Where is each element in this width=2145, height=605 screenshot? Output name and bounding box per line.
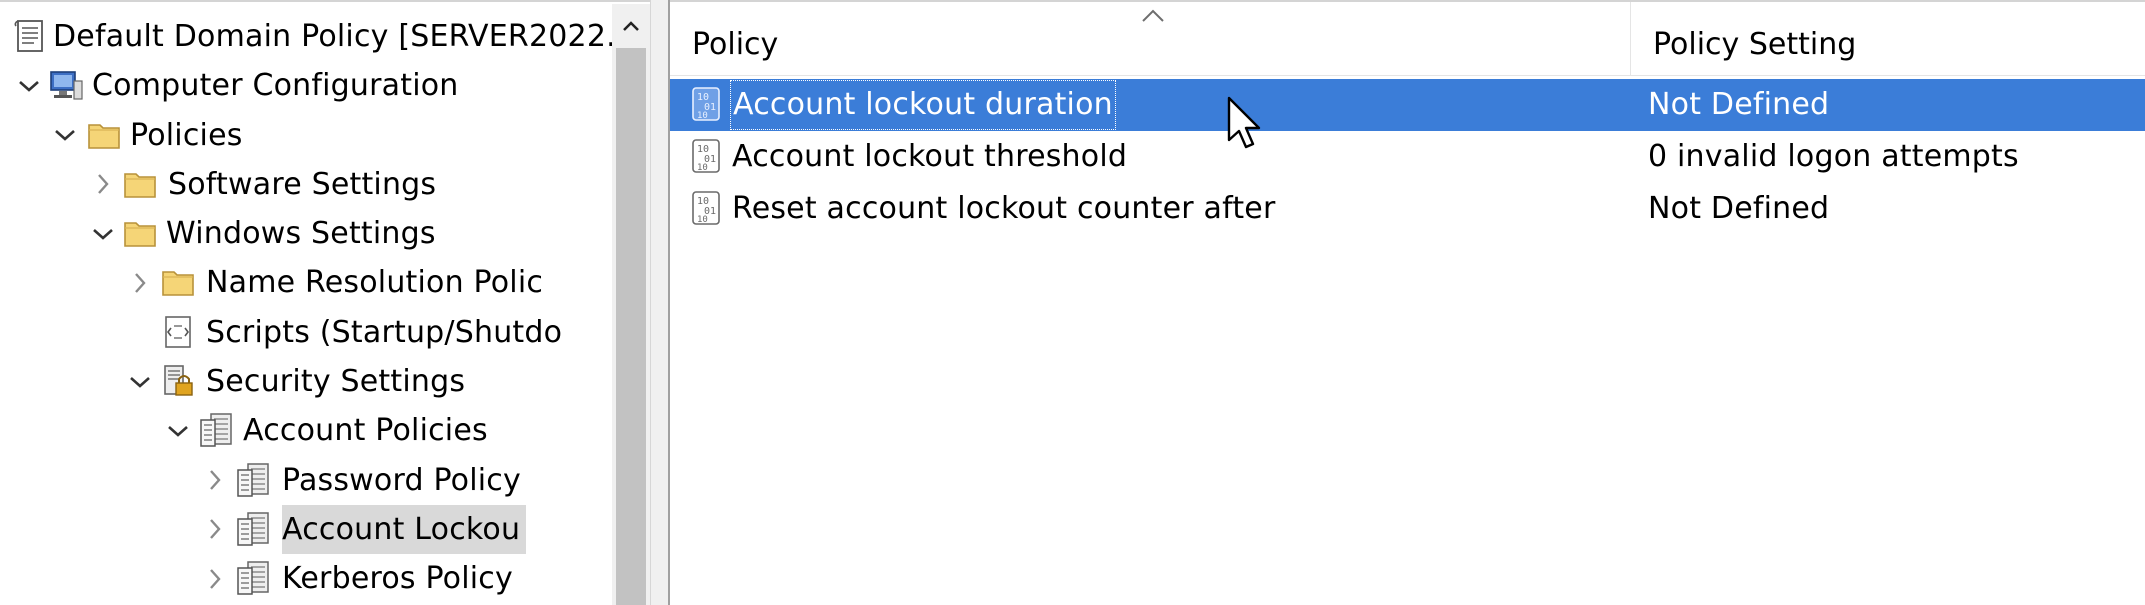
tree-item-label: Password Policy	[282, 462, 521, 498]
tree-item-name-resolution-polic[interactable]: Name Resolution Polic	[0, 258, 612, 307]
chevron-right-icon[interactable]	[200, 456, 230, 505]
policy-row[interactable]: 10 01 10 Account lockout threshold 0 invalid…	[670, 131, 2145, 183]
tree-item-label: Account Policies	[243, 413, 488, 449]
details-list-pane: Policy Policy Setting 10 01 10 Account lock…	[670, 0, 2145, 605]
policy-name: Account lockout duration	[730, 80, 1116, 130]
svg-text:10: 10	[697, 163, 708, 173]
chevron-down-icon[interactable]	[163, 406, 193, 455]
chevron-down-icon[interactable]	[50, 111, 80, 160]
folder-icon	[122, 166, 158, 202]
policy-setting-value: 0 invalid logon attempts	[1648, 139, 2019, 174]
tree-item-account-lockou[interactable]: Account Lockou	[0, 504, 612, 554]
chevron-right-icon[interactable]	[88, 160, 118, 209]
chevron-right-icon[interactable]	[125, 258, 155, 307]
chevron-right-icon[interactable]	[200, 554, 230, 603]
navigation-tree: Default Domain Policy [SERVER2022.D Compu…	[0, 12, 612, 604]
list-header: Policy Policy Setting	[670, 2, 2145, 76]
tree-item-label: Account Lockou	[282, 504, 527, 554]
tree-item-label: Default Domain Policy [SERVER2022.D	[53, 19, 612, 54]
tree-item-software-settings[interactable]: Software Settings	[0, 160, 612, 209]
tree-item-label: Kerberos Policy	[282, 561, 513, 597]
folder-icon	[122, 215, 158, 251]
tree-item-label: Policies	[130, 117, 243, 153]
tree-item-policies[interactable]: Policies	[0, 111, 612, 160]
policy-setting-value: Not Defined	[1648, 87, 1830, 122]
tree-item-computer-configuration[interactable]: Computer Configuration	[0, 61, 612, 110]
policy-container-icon	[235, 560, 271, 596]
tree-scrollbar-thumb[interactable]	[616, 48, 646, 605]
policy-setting-value: Not Defined	[1648, 191, 1830, 226]
policy-row[interactable]: 10 01 10 Reset account lockout counter afte…	[670, 183, 2145, 235]
tree-item-label: Name Resolution Polic	[206, 265, 544, 301]
chevron-right-icon[interactable]	[200, 505, 230, 554]
svg-text:10: 10	[697, 215, 708, 225]
tree-item-windows-settings[interactable]: Windows Settings	[0, 209, 612, 258]
policy-document-icon	[12, 18, 48, 54]
tree-item-account-policies[interactable]: Account Policies	[0, 406, 612, 455]
tree-item-password-policy[interactable]: Password Policy	[0, 456, 612, 505]
tree-item-security-settings[interactable]: Security Settings	[0, 357, 612, 406]
tree-item-label: Computer Configuration	[92, 68, 459, 104]
scroll-up-icon[interactable]	[612, 4, 650, 48]
policy-list: 10 01 10 Account lockout duration Not Define…	[670, 79, 2145, 235]
binary-policy-icon: 10 01 10	[690, 86, 724, 124]
binary-policy-icon: 10 01 10	[690, 138, 724, 176]
tree-item-default-domain-policy-server2022-d[interactable]: Default Domain Policy [SERVER2022.D	[0, 12, 612, 61]
tree-item-label: Scripts (Startup/Shutdo	[206, 314, 563, 350]
binary-policy-icon: 10 01 10	[690, 190, 724, 228]
folder-icon	[86, 117, 122, 153]
pane-splitter[interactable]	[650, 0, 670, 605]
chevron-down-icon[interactable]	[125, 357, 155, 406]
security-settings-icon	[160, 363, 196, 399]
svg-text:10: 10	[697, 111, 708, 121]
chevron-down-icon[interactable]	[14, 61, 44, 110]
tree-item-label: Security Settings	[206, 364, 466, 400]
script-icon	[160, 314, 196, 350]
computer-icon	[48, 67, 84, 103]
tree-item-kerberos-policy[interactable]: Kerberos Policy	[0, 554, 612, 603]
navigation-tree-pane: Default Domain Policy [SERVER2022.D Compu…	[0, 0, 650, 605]
sort-ascending-icon	[1142, 9, 1164, 22]
policy-container-icon	[198, 412, 234, 448]
folder-icon	[160, 264, 196, 300]
tree-item-label: Software Settings	[168, 166, 437, 202]
policy-name: Account lockout threshold	[732, 139, 1128, 174]
policy-name: Reset account lockout counter after	[732, 191, 1276, 226]
policy-row[interactable]: 10 01 10 Account lockout duration Not Define…	[670, 79, 2145, 131]
chevron-down-icon[interactable]	[88, 209, 118, 258]
policy-container-icon	[235, 462, 271, 498]
tree-item-label: Windows Settings	[166, 216, 436, 252]
tree-item-scripts-startup-shutdo[interactable]: Scripts (Startup/Shutdo	[0, 308, 612, 357]
column-header-policy-setting[interactable]: Policy Setting	[1630, 2, 2145, 76]
tree-scrollbar[interactable]	[612, 4, 650, 605]
mouse-cursor-icon	[1227, 96, 1261, 149]
policy-container-icon	[235, 511, 271, 547]
